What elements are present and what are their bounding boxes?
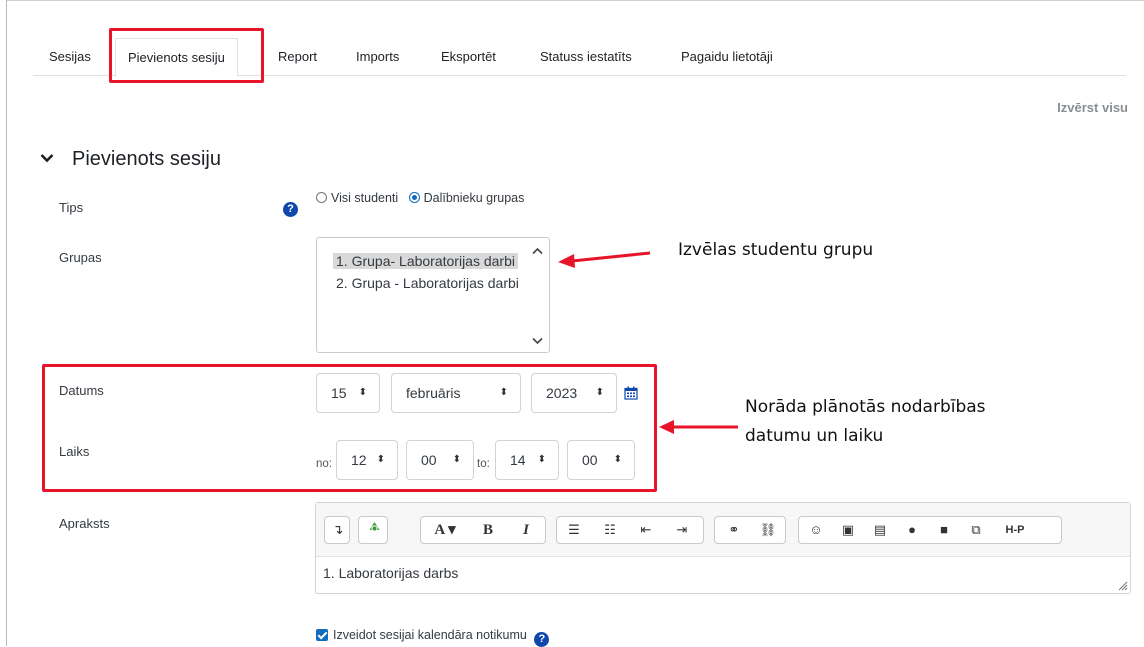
arrow-to-group [558,251,651,268]
arrow-to-date-time [659,420,738,434]
annotation-arrows [558,251,738,434]
